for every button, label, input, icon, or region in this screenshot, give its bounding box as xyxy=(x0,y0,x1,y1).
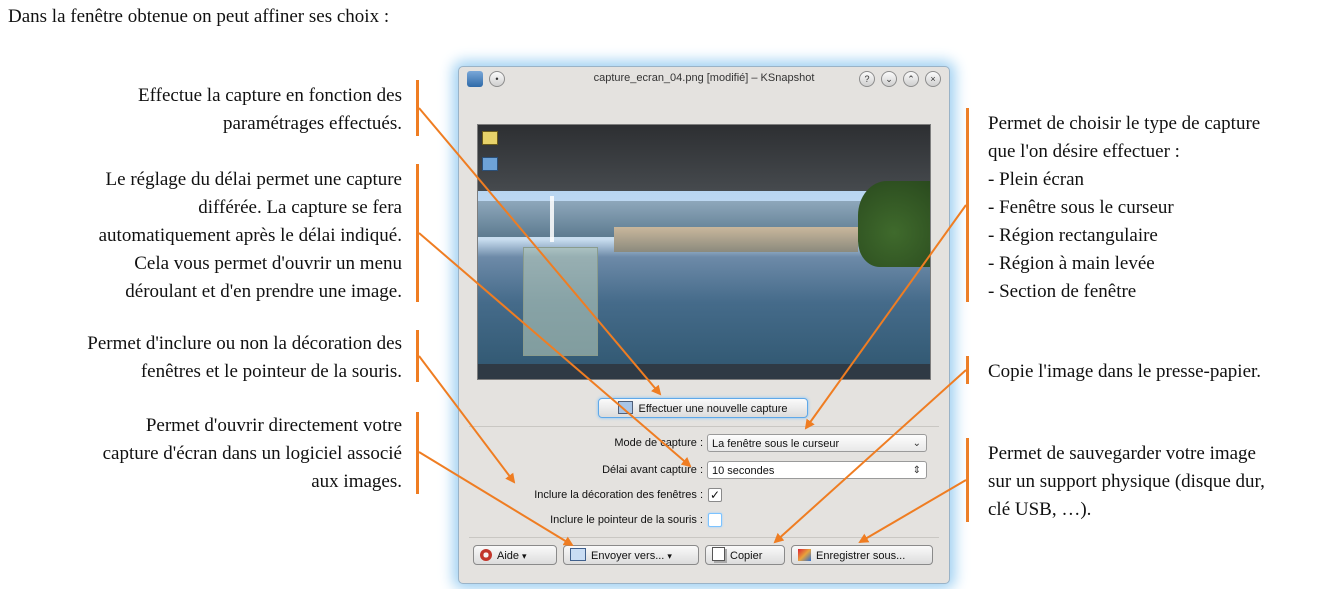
annotation-arrows xyxy=(418,107,967,547)
arrow-to-save-button xyxy=(858,479,967,544)
arrow-to-decoration-checkbox xyxy=(418,355,516,484)
arrow-to-capture-button xyxy=(418,107,662,396)
arrow-to-send-button xyxy=(418,451,574,547)
arrow-to-copy-button xyxy=(773,369,967,544)
arrow-to-mode-select xyxy=(804,204,967,430)
